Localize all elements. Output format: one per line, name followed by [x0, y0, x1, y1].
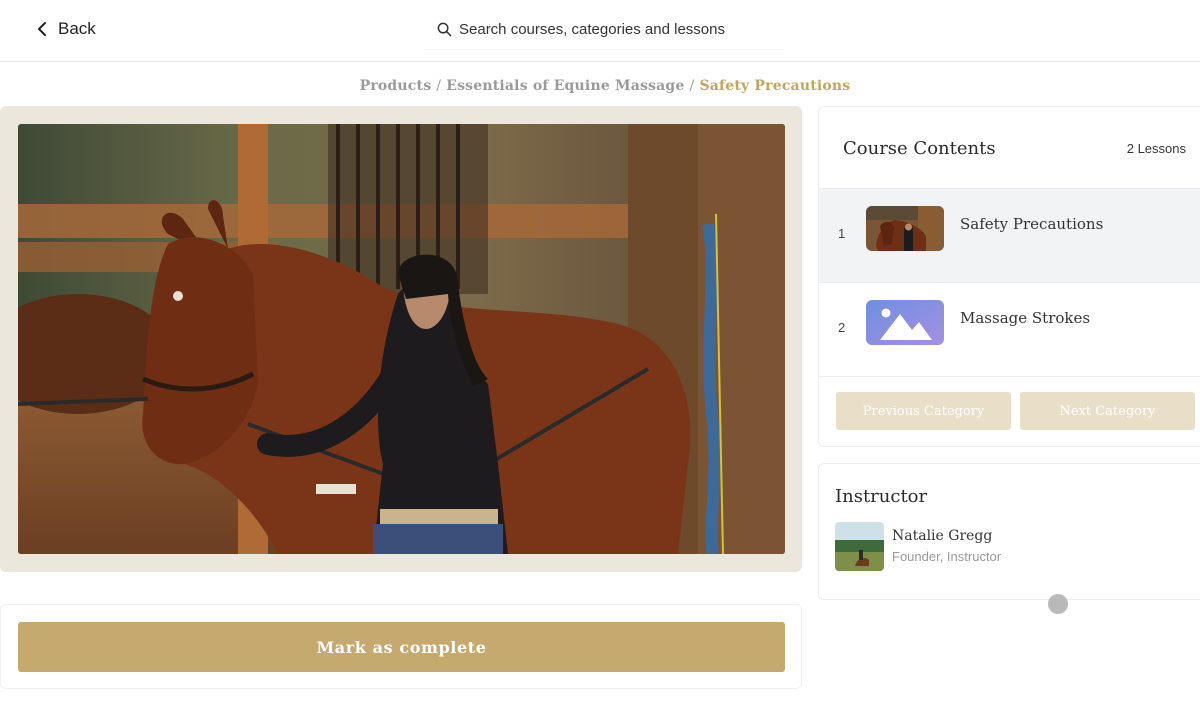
breadcrumb-item-products[interactable]: Products: [360, 78, 432, 94]
instructor-name: Natalie Gregg: [892, 528, 993, 544]
lesson-item-safety-precautions[interactable]: 1 Safety Precautions: [819, 189, 1200, 283]
lesson-item-massage-strokes[interactable]: 2 Massage Strokes: [819, 283, 1200, 377]
instructor-heading: Instructor: [835, 486, 928, 507]
course-contents-header: Course Contents 2 Lessons: [819, 107, 1200, 189]
course-contents-title: Course Contents: [843, 138, 996, 159]
breadcrumb-item-current: Safety Precautions: [699, 78, 851, 94]
search-icon: [437, 22, 452, 37]
breadcrumb-separator: /: [689, 78, 695, 94]
instructor-panel: Instructor Natalie Gregg Founder, Instru…: [818, 463, 1200, 600]
search-input[interactable]: Search courses, categories and lessons: [424, 10, 784, 50]
avatar: [835, 522, 884, 571]
breadcrumb-separator: /: [436, 78, 442, 94]
back-label: Back: [58, 19, 96, 38]
chevron-left-icon: [38, 22, 46, 36]
search-placeholder: Search courses, categories and lessons: [459, 21, 725, 38]
previous-category-button[interactable]: Previous Category: [836, 392, 1011, 430]
lesson-photo[interactable]: [18, 124, 785, 554]
lesson-count: 2 Lessons: [1126, 141, 1186, 156]
top-bar: Back Search courses, categories and less…: [0, 0, 1200, 62]
back-button[interactable]: Back: [36, 16, 96, 42]
lesson-title: Safety Precautions: [960, 215, 1104, 233]
complete-card: Mark as complete: [0, 604, 802, 689]
lesson-thumbnail: [866, 206, 944, 251]
mark-complete-button[interactable]: Mark as complete: [18, 622, 785, 672]
lesson-number: 2: [838, 320, 846, 335]
image-placeholder-icon: [866, 300, 944, 345]
instructor-role: Founder, Instructor: [892, 549, 1002, 564]
next-category-button[interactable]: Next Category: [1020, 392, 1195, 430]
cursor-dot: [1048, 594, 1068, 614]
lesson-number: 1: [838, 226, 846, 241]
breadcrumb-item-course[interactable]: Essentials of Equine Massage: [446, 78, 684, 94]
breadcrumb: Products / Essentials of Equine Massage / Sa…: [0, 78, 1200, 94]
course-contents-panel: Course Contents 2 Lessons 1 Safety Preca…: [818, 106, 1200, 447]
lesson-title: Massage Strokes: [960, 309, 1091, 327]
